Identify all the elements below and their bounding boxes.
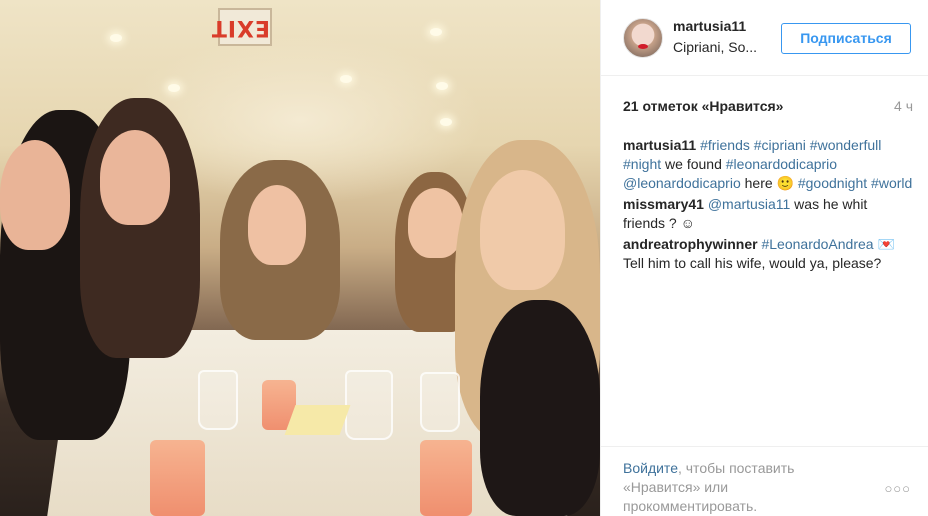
person-face	[480, 170, 565, 290]
post-sidebar: martusia11 Cipriani, So... Подписаться 2…	[600, 0, 928, 516]
comment-text-fragment: we found	[661, 156, 726, 172]
napkin	[284, 405, 351, 435]
comments-list: martusia11 #friends #cipriani #wonderful…	[623, 136, 913, 275]
comment-item: andreatrophywinner #LeonardoAndrea 💌 Tel…	[623, 235, 913, 273]
person-face	[0, 140, 70, 250]
more-options-icon[interactable]: ○○○	[884, 481, 911, 496]
hashtag-link[interactable]: #night	[623, 156, 661, 172]
post-footer: Войдите, чтобы поставить «Нравится» или …	[601, 446, 928, 516]
likes-count[interactable]: 21 отметок «Нравится»	[623, 98, 783, 114]
wine-glass	[198, 370, 238, 430]
hashtag-link[interactable]: @martusia11	[708, 196, 790, 212]
hashtag-link[interactable]: #wonderfull	[810, 137, 882, 153]
person-face	[408, 188, 463, 258]
wine-glass	[420, 372, 460, 432]
caption-author[interactable]: martusia11	[623, 137, 696, 153]
hashtag-link[interactable]: #cipriani	[754, 137, 806, 153]
avatar-lips	[638, 44, 648, 49]
hashtag-link[interactable]: #friends	[700, 137, 750, 153]
ceiling-light	[440, 118, 452, 126]
ceiling-light	[168, 84, 180, 92]
exit-sign: EXIT	[211, 8, 272, 46]
ceiling-light	[436, 82, 448, 90]
person-face	[100, 130, 170, 225]
juice-glass	[420, 440, 472, 516]
avatar[interactable]	[623, 18, 663, 58]
login-link[interactable]: Войдите	[623, 460, 678, 476]
follow-button[interactable]: Подписаться	[781, 23, 911, 54]
post-header: martusia11 Cipriani, So... Подписаться	[601, 0, 928, 76]
person-face	[248, 185, 306, 265]
ceiling-light	[430, 28, 442, 36]
post-time[interactable]: 4 ч	[894, 98, 913, 114]
person-body	[480, 300, 600, 516]
username-link[interactable]: martusia11	[673, 18, 746, 34]
ceiling-light	[340, 75, 352, 83]
hashtag-link[interactable]: #world	[871, 175, 912, 191]
comment-item: missmary41 @martusia11 was he whit frien…	[623, 195, 913, 233]
ceiling-light	[110, 34, 122, 42]
post-stats: 21 отметок «Нравится» 4 ч	[623, 98, 913, 118]
comment-text-fragment: here 🙂	[740, 175, 798, 191]
comment-author[interactable]: missmary41	[623, 196, 704, 212]
hashtag-link[interactable]: #leonardodicaprio	[726, 156, 837, 172]
wine-glass	[345, 370, 393, 440]
juice-glass	[150, 440, 205, 516]
hashtag-link[interactable]: @leonardodicaprio	[623, 175, 741, 191]
hashtag-link[interactable]: #goodnight	[798, 175, 867, 191]
caption: martusia11 #friends #cipriani #wonderful…	[623, 136, 913, 193]
location-link[interactable]: Cipriani, So...	[673, 39, 757, 55]
hashtag-link[interactable]: #LeonardoAndrea	[761, 236, 873, 252]
comment-author[interactable]: andreatrophywinner	[623, 236, 758, 252]
post-photo: EXIT	[0, 0, 600, 516]
login-prompt: Войдите, чтобы поставить «Нравится» или …	[623, 459, 863, 516]
